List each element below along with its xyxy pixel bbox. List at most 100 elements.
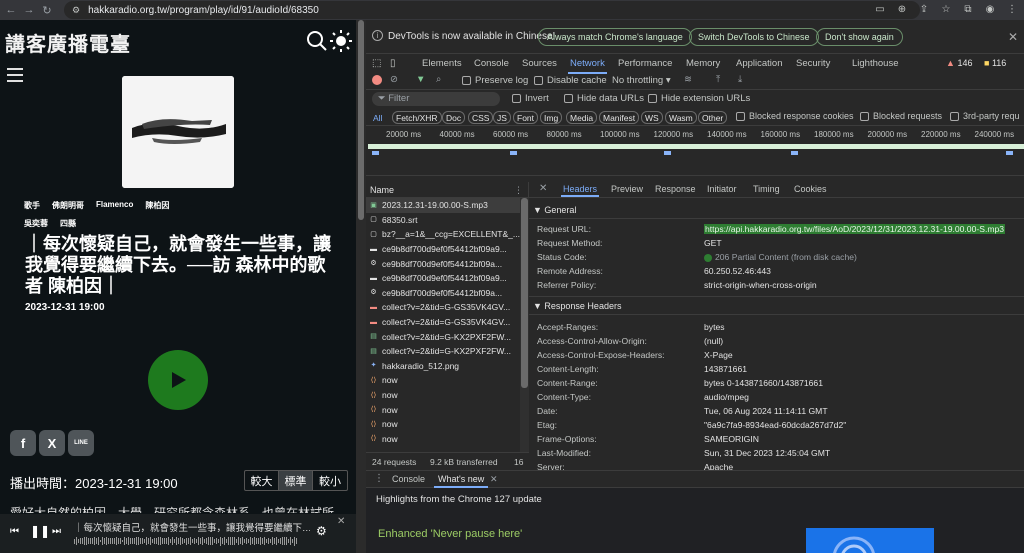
extensions-icon[interactable]: ⧉	[960, 1, 976, 17]
font-size-normal-button[interactable]: 標準	[279, 471, 313, 490]
tab-elements[interactable]: Elements	[422, 58, 462, 69]
tab-memory[interactable]: Memory	[686, 58, 720, 69]
hide-data-urls-checkbox[interactable]: Hide data URLs	[564, 93, 644, 104]
filter-manifest[interactable]: Manifest	[599, 111, 640, 124]
profile-icon[interactable]: ◉	[982, 1, 998, 17]
tab-security[interactable]: Security	[796, 58, 830, 69]
request-row[interactable]: ▬ ce9b8df700d9ef0f54412bf09a9...	[366, 242, 520, 257]
request-row[interactable]: ▬ collect?v=2&tid=G-GS35VK4GV...	[366, 315, 520, 330]
inspect-icon[interactable]: ⬚	[372, 58, 381, 69]
request-row[interactable]: ▢ bz?__a=1&__ccg=EXCELLENT&_...	[366, 227, 520, 242]
disable-cache-checkbox[interactable]: Disable cache	[534, 75, 607, 86]
tab-cookies[interactable]: Cookies	[794, 184, 827, 194]
blocked-requests-checkbox[interactable]: Blocked requests	[860, 111, 942, 122]
tab-network[interactable]: Network	[568, 58, 607, 74]
font-size-large-button[interactable]: 較大	[245, 471, 279, 490]
throttling-select[interactable]: No throttling ▾	[612, 75, 671, 86]
drawer-tab-whats-new[interactable]: What's new	[433, 474, 489, 488]
third-party-checkbox[interactable]: 3rd-party requ	[950, 111, 1020, 122]
filter-input[interactable]: ⏷ Filter	[372, 92, 500, 106]
site-logo[interactable]: 講客廣播電臺	[5, 28, 131, 57]
zoom-icon[interactable]: ⊕	[894, 1, 910, 17]
import-har-icon[interactable]: ⤒	[716, 74, 720, 85]
theme-toggle-icon[interactable]	[330, 30, 352, 52]
request-row[interactable]: ⟨⟩ now	[366, 388, 520, 403]
request-row[interactable]: ⟨⟩ now	[366, 402, 520, 417]
request-row[interactable]: ✦ hakkaradio_512.png	[366, 359, 520, 374]
close-details-icon[interactable]: ✕	[539, 183, 547, 194]
tag[interactable]: 四縣	[60, 218, 76, 229]
hide-extension-urls-checkbox[interactable]: Hide extension URLs	[648, 93, 750, 104]
share-icon[interactable]: ⇪	[916, 1, 932, 17]
tab-timing[interactable]: Timing	[753, 184, 780, 194]
request-row[interactable]: ⚙ ce9b8df700d9ef0f54412bf09a...	[366, 256, 520, 271]
tag[interactable]: Flamenco	[96, 200, 133, 211]
search-icon[interactable]	[306, 30, 328, 52]
search-icon[interactable]: ⌕	[436, 74, 441, 85]
tag[interactable]: 歌手	[24, 200, 40, 211]
request-row[interactable]: ▬ collect?v=2&tid=G-GS35VK4GV...	[366, 300, 520, 315]
filter-media[interactable]: Media	[566, 111, 598, 124]
tab-sources[interactable]: Sources	[522, 58, 557, 69]
feature-title[interactable]: Enhanced 'Never pause here'	[378, 528, 522, 540]
cast-icon[interactable]: ▭	[872, 1, 888, 17]
filter-font[interactable]: Font	[513, 111, 539, 124]
back-icon[interactable]: ←	[2, 1, 20, 19]
warnings-badge[interactable]: ▲ 146	[946, 58, 972, 68]
filter-all[interactable]: All	[370, 111, 385, 124]
name-column-header[interactable]: Name ⋮	[366, 182, 529, 198]
drawer-menu-icon[interactable]: ⋮	[374, 473, 384, 484]
close-infobar-icon[interactable]: ✕	[1008, 30, 1018, 44]
line-share-icon[interactable]: LINE	[68, 430, 94, 456]
site-info-icon[interactable]: ⚙	[72, 5, 80, 16]
close-player-icon[interactable]: ✕	[337, 516, 345, 527]
record-icon[interactable]	[372, 75, 382, 85]
filter-other[interactable]: Other	[698, 111, 728, 124]
device-toolbar-icon[interactable]: ▯	[390, 58, 396, 69]
general-section-header[interactable]: ▼ General	[533, 205, 576, 215]
filter-doc[interactable]: Doc	[442, 111, 466, 124]
tag[interactable]: 佛朗明哥	[52, 200, 84, 211]
preserve-log-checkbox[interactable]: Preserve log	[462, 75, 528, 86]
request-list-scrollbar[interactable]	[520, 198, 529, 452]
address-bar[interactable]: ⚙ hakkaradio.org.tw/program/play/id/91/a…	[64, 1, 920, 19]
address-url[interactable]: hakkaradio.org.tw/program/play/id/91/aud…	[88, 5, 319, 16]
close-drawer-tab-icon[interactable]: ✕	[490, 474, 498, 485]
clear-icon[interactable]: ⊘	[390, 74, 398, 85]
request-row[interactable]: ▬ ce9b8df700d9ef0f54412bf09a9...	[366, 271, 520, 286]
tag[interactable]: 吳奕蓉	[24, 218, 48, 229]
filter-icon[interactable]: ▼	[416, 74, 425, 85]
tag[interactable]: 陳柏因	[145, 200, 169, 211]
request-row[interactable]: ⚙ ce9b8df700d9ef0f54412bf09a...	[366, 286, 520, 301]
network-conditions-icon[interactable]: ≋	[684, 74, 692, 85]
filter-js[interactable]: JS	[493, 111, 511, 124]
play-button[interactable]	[148, 350, 208, 410]
settings-gear-icon[interactable]: ⚙	[316, 524, 327, 538]
tab-headers[interactable]: Headers	[560, 184, 600, 197]
facebook-share-icon[interactable]: f	[10, 430, 36, 456]
request-row[interactable]: ▤ collect?v=2&tid=G-KX2PXF2FW...	[366, 329, 520, 344]
request-row[interactable]: ⟨⟩ now	[366, 417, 520, 432]
rewind-icon[interactable]: ⏮	[10, 526, 19, 537]
invert-checkbox[interactable]: Invert	[512, 93, 549, 104]
dont-show-again-button[interactable]: Don't show again	[816, 28, 903, 46]
tab-lighthouse[interactable]: Lighthouse	[852, 58, 898, 69]
tab-performance[interactable]: Performance	[618, 58, 672, 69]
request-row[interactable]: ▢ 68350.srt	[366, 213, 520, 228]
forward-icon[interactable]: ⏭	[52, 526, 61, 537]
bookmark-star-icon[interactable]: ☆	[938, 1, 954, 17]
filter-wasm[interactable]: Wasm	[665, 111, 697, 124]
network-timeline[interactable]: 20000 ms 40000 ms 60000 ms 80000 ms 100000 m…	[366, 126, 1024, 176]
hamburger-menu-icon[interactable]	[7, 68, 23, 82]
reload-icon[interactable]: ↻	[38, 1, 56, 19]
forward-icon[interactable]: →	[20, 1, 38, 19]
request-row[interactable]: ⟨⟩ now	[366, 373, 520, 388]
export-har-icon[interactable]: ⤓	[738, 74, 742, 85]
audio-waveform[interactable]	[74, 536, 300, 546]
errors-badge[interactable]: ■ 116	[984, 58, 1006, 68]
request-row[interactable]: ▣ 2023.12.31-19.00.00-S.mp3	[366, 198, 520, 213]
x-share-icon[interactable]: X	[39, 430, 65, 456]
tab-preview[interactable]: Preview	[611, 184, 643, 194]
tab-application[interactable]: Application	[736, 58, 782, 69]
switch-to-chinese-button[interactable]: Switch DevTools to Chinese	[689, 28, 819, 46]
